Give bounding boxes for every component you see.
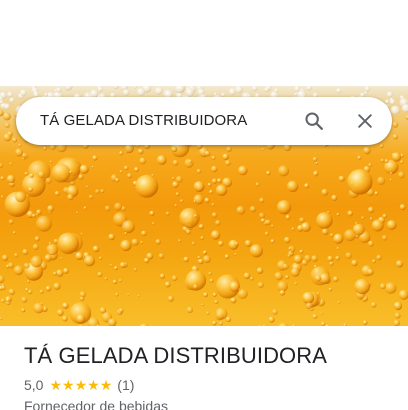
star-icon: ★ <box>49 377 63 393</box>
place-title: TÁ GELADA DISTRIBUIDORA <box>24 343 328 368</box>
rating-value: 5,0 <box>24 377 44 393</box>
search-bar[interactable]: TÁ GELADA DISTRIBUIDORA <box>16 97 392 145</box>
star-icon: ★ <box>62 377 75 393</box>
rating-row[interactable]: 5,0 ★ ★ ★ ★ ★ (1) <box>24 376 134 394</box>
star-icon: ★ <box>99 377 113 393</box>
search-input[interactable]: TÁ GELADA DISTRIBUIDORA <box>40 97 247 145</box>
review-count[interactable]: (1) <box>117 377 134 393</box>
search-icon[interactable] <box>298 105 330 137</box>
place-page: TÁ GELADA DISTRIBUIDORA TÁ GELADA DISTRI… <box>0 0 408 410</box>
star-icon: ★ <box>87 377 100 393</box>
star-rating: ★ ★ ★ ★ ★ <box>49 378 112 392</box>
place-category[interactable]: Fornecedor de bebidas <box>24 398 168 410</box>
close-icon[interactable] <box>349 105 381 137</box>
star-icon: ★ <box>74 377 88 393</box>
